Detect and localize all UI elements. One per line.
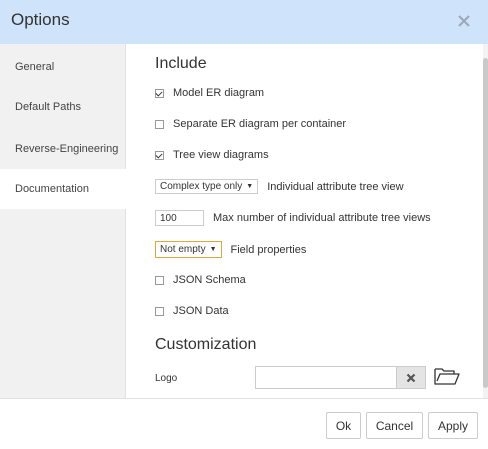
- separate-er-row: Separate ER diagram per container: [155, 118, 346, 130]
- tree-view-checkbox[interactable]: [155, 150, 164, 160]
- field-properties-value: Not empty: [160, 244, 206, 255]
- json-data-label: JSON Data: [173, 305, 229, 317]
- apply-button[interactable]: Apply: [428, 412, 478, 439]
- json-data-row: JSON Data: [155, 305, 229, 317]
- model-er-row: Model ER diagram: [155, 87, 264, 99]
- sidebar-item-label: Reverse-Engineering: [15, 143, 119, 155]
- json-schema-label: JSON Schema: [173, 274, 246, 286]
- model-er-label: Model ER diagram: [173, 87, 265, 99]
- sidebar-item-documentation[interactable]: Documentation: [0, 169, 126, 209]
- json-schema-row: JSON Schema: [155, 274, 246, 286]
- dialog-titlebar: Options: [0, 0, 488, 44]
- field-properties-row: Not empty ▼ Field properties: [155, 241, 306, 258]
- attribute-tree-label: Individual attribute tree view: [267, 180, 404, 193]
- options-content: Include Model ER diagram Separate ER dia…: [126, 44, 482, 398]
- footer-divider: [0, 398, 488, 399]
- sidebar-item-reverse-engineering[interactable]: Reverse-Engineering: [0, 129, 125, 169]
- dialog-title: Options: [11, 10, 70, 29]
- sidebar-item-label: General: [15, 61, 55, 73]
- logo-label: Logo: [155, 373, 178, 384]
- cancel-button[interactable]: Cancel: [366, 412, 423, 439]
- tree-view-label: Tree view diagrams: [173, 149, 269, 161]
- complex-type-value: Complex type only: [160, 181, 243, 192]
- separate-er-checkbox[interactable]: [155, 119, 164, 129]
- model-er-checkbox[interactable]: [155, 88, 164, 98]
- close-icon[interactable]: [454, 11, 474, 31]
- ok-button[interactable]: Ok: [326, 412, 361, 439]
- tree-view-row: Tree view diagrams: [155, 149, 269, 161]
- max-views-label: Max number of individual attribute tree …: [213, 212, 431, 224]
- clear-logo-button[interactable]: [396, 366, 426, 389]
- max-views-input[interactable]: [155, 210, 204, 226]
- json-schema-checkbox[interactable]: [155, 275, 164, 285]
- field-properties-label: Field properties: [230, 243, 307, 256]
- clear-icon: [406, 373, 416, 382]
- max-views-row: Max number of individual attribute tree …: [155, 210, 431, 226]
- content-scrollbar-thumb[interactable]: [483, 58, 488, 388]
- separate-er-label: Separate ER diagram per container: [173, 118, 347, 130]
- logo-input[interactable]: [255, 366, 396, 389]
- include-heading: Include: [155, 55, 207, 72]
- attribute-tree-row: Complex type only ▼ Individual attribute…: [155, 179, 404, 194]
- chevron-down-icon: ▼: [209, 246, 217, 253]
- chevron-down-icon: ▼: [246, 183, 254, 190]
- field-properties-select[interactable]: Not empty ▼: [155, 241, 222, 258]
- folder-open-icon[interactable]: [434, 366, 460, 386]
- sidebar-item-label: Default Paths: [15, 101, 82, 113]
- json-data-checkbox[interactable]: [155, 306, 164, 316]
- sidebar-item-label: Documentation: [15, 183, 89, 195]
- complex-type-select[interactable]: Complex type only ▼: [155, 179, 259, 194]
- sidebar-item-general[interactable]: General: [0, 47, 125, 87]
- sidebar-item-default-paths[interactable]: Default Paths: [0, 87, 125, 127]
- options-sidebar: General Default Paths Reverse-Engineerin…: [0, 44, 126, 398]
- customization-heading: Customization: [155, 336, 257, 353]
